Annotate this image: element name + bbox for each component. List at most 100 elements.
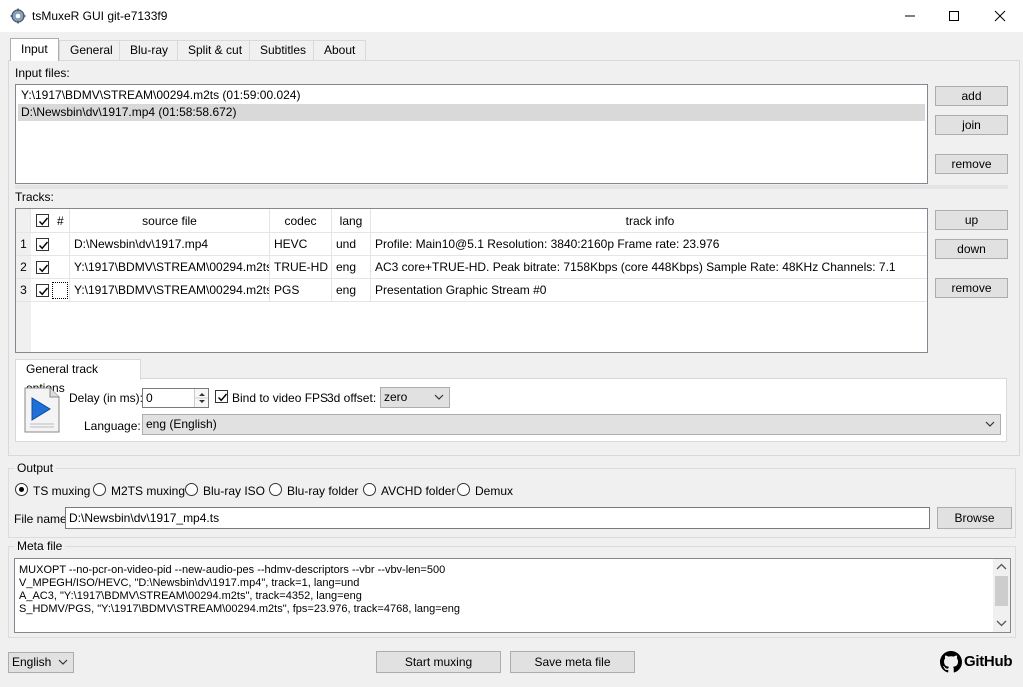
m2ts-muxing-label[interactable]: M2TS muxing bbox=[111, 484, 185, 498]
track-info-cell[interactable]: AC3 core+TRUE-HD. Peak bitrate: 7158Kbps… bbox=[371, 256, 927, 279]
remove-track-button[interactable]: remove bbox=[935, 278, 1008, 298]
radio-avchd-folder[interactable] bbox=[363, 483, 376, 496]
radio-m2ts-muxing[interactable] bbox=[93, 483, 106, 496]
track-checkbox[interactable] bbox=[36, 238, 49, 251]
radio-ts-muxing[interactable] bbox=[15, 483, 28, 496]
row-number: 2 bbox=[16, 256, 31, 279]
delay-value: 0 bbox=[146, 391, 153, 405]
ui-language-select[interactable]: English bbox=[8, 652, 74, 673]
select-all-checkbox[interactable] bbox=[36, 214, 49, 227]
blu-ray-iso-label[interactable]: Blu-ray ISO bbox=[203, 484, 265, 498]
maximize-button[interactable] bbox=[931, 0, 977, 32]
track-check-cell[interactable] bbox=[31, 256, 70, 279]
title-bar: tsMuxeR GUI git-e7133f9 bbox=[0, 0, 1023, 32]
track-info-cell[interactable]: Presentation Graphic Stream #0 bbox=[371, 279, 927, 302]
output-label: Output bbox=[14, 461, 57, 475]
radio-blu-ray-iso[interactable] bbox=[185, 483, 198, 496]
delay-stepper[interactable] bbox=[194, 389, 208, 407]
offset-select[interactable]: zero bbox=[380, 387, 450, 408]
meta-text-area[interactable]: MUXOPT --no-pcr-on-video-pid --new-audio… bbox=[14, 558, 1011, 633]
row-number: 3 bbox=[16, 279, 31, 302]
track-codec-cell[interactable]: TRUE-HD bbox=[270, 256, 332, 279]
tab-blu-ray[interactable]: Blu-ray bbox=[119, 40, 180, 60]
track-lang-cell[interactable]: eng bbox=[332, 279, 371, 302]
track-source-cell[interactable]: D:\Newsbin\dv\1917.mp4 bbox=[70, 233, 270, 256]
language-label: Language: bbox=[84, 419, 141, 433]
meta-line: MUXOPT --no-pcr-on-video-pid --new-audio… bbox=[19, 564, 446, 576]
tab-input[interactable]: Input bbox=[10, 38, 59, 61]
tab-general[interactable]: General bbox=[59, 40, 124, 60]
tracks-table[interactable]: # source file codec lang track info 1 D:… bbox=[15, 208, 928, 353]
track-check-cell[interactable] bbox=[31, 279, 70, 302]
ts-muxing-label[interactable]: TS muxing bbox=[33, 484, 90, 498]
tab-about[interactable]: About bbox=[313, 40, 367, 60]
add-button[interactable]: add bbox=[935, 86, 1008, 106]
github-link[interactable]: GitHub bbox=[940, 651, 1020, 673]
delay-label: Delay (in ms): bbox=[69, 391, 144, 405]
language-value: eng (English) bbox=[146, 417, 217, 431]
video-file-icon bbox=[22, 386, 62, 434]
track-down-button[interactable]: down bbox=[935, 239, 1008, 259]
tab-split-cut[interactable]: Split & cut bbox=[177, 40, 254, 60]
track-source-cell[interactable]: Y:\1917\BDMV\STREAM\00294.m2ts bbox=[70, 279, 270, 302]
column-header-lang[interactable]: lang bbox=[332, 209, 371, 233]
row-header-filler bbox=[16, 302, 31, 352]
join-button[interactable]: join bbox=[935, 115, 1008, 135]
delay-spinbox[interactable]: 0 bbox=[142, 388, 209, 408]
track-checkbox[interactable] bbox=[36, 261, 49, 274]
save-meta-button[interactable]: Save meta file bbox=[510, 651, 635, 673]
github-label: GitHub bbox=[964, 653, 1013, 670]
focus-rect bbox=[52, 282, 68, 299]
chevron-down-icon bbox=[985, 415, 995, 438]
track-codec-cell[interactable]: PGS bbox=[270, 279, 332, 302]
browse-button[interactable]: Browse bbox=[937, 507, 1012, 529]
track-up-button[interactable]: up bbox=[935, 210, 1008, 230]
input-files-label: Input files: bbox=[15, 66, 70, 80]
input-files-list[interactable]: Y:\1917\BDMV\STREAM\00294.m2ts (01:59:00… bbox=[15, 84, 928, 184]
row-number: 1 bbox=[16, 233, 31, 256]
window-title: tsMuxeR GUI git-e7133f9 bbox=[32, 9, 168, 23]
radio-blu-ray-folder[interactable] bbox=[269, 483, 282, 496]
offset-value: zero bbox=[384, 390, 408, 404]
demux-label[interactable]: Demux bbox=[475, 484, 513, 498]
close-button[interactable] bbox=[977, 0, 1023, 32]
num-header-label: # bbox=[57, 214, 64, 228]
track-info-cell[interactable]: Profile: Main10@5.1 Resolution: 3840:216… bbox=[371, 233, 927, 256]
meta-line: S_HDMV/PGS, "Y:\1917\BDMV\STREAM\00294.m… bbox=[19, 603, 461, 615]
avchd-folder-label[interactable]: AVCHD folder bbox=[381, 484, 455, 498]
list-item[interactable]: Y:\1917\BDMV\STREAM\00294.m2ts (01:59:00… bbox=[18, 87, 925, 104]
column-header-source[interactable]: source file bbox=[70, 209, 270, 233]
column-header-codec[interactable]: codec bbox=[270, 209, 332, 233]
remove-file-button[interactable]: remove bbox=[935, 154, 1008, 174]
offset-label: 3d offset: bbox=[327, 391, 377, 405]
chevron-down-icon bbox=[434, 388, 444, 411]
meta-label: Meta file bbox=[14, 539, 66, 553]
radio-demux[interactable] bbox=[457, 483, 470, 496]
meta-scrollbar[interactable] bbox=[993, 559, 1010, 632]
language-select[interactable]: eng (English) bbox=[142, 414, 1001, 435]
app-gear-icon bbox=[10, 8, 26, 24]
track-checkbox[interactable] bbox=[36, 284, 49, 297]
column-header-info[interactable]: track info bbox=[371, 209, 927, 233]
column-header-num[interactable]: # bbox=[31, 209, 70, 233]
track-lang-cell[interactable]: und bbox=[332, 233, 371, 256]
file-name-label: File name bbox=[14, 512, 67, 526]
track-source-cell[interactable]: Y:\1917\BDMV\STREAM\00294.m2ts bbox=[70, 256, 270, 279]
track-codec-cell[interactable]: HEVC bbox=[270, 233, 332, 256]
list-item[interactable]: D:\Newsbin\dv\1917.mp4 (01:58:58.672) bbox=[18, 104, 925, 121]
meta-line: V_MPEGH/ISO/HEVC, "D:\Newsbin\dv\1917.mp… bbox=[19, 577, 360, 589]
splitter[interactable] bbox=[15, 185, 1008, 189]
ui-language-value: English bbox=[12, 655, 52, 669]
track-lang-cell[interactable]: eng bbox=[332, 256, 371, 279]
meta-line: A_AC3, "Y:\1917\BDMV\STREAM\00294.m2ts",… bbox=[19, 590, 362, 602]
blu-ray-folder-label[interactable]: Blu-ray folder bbox=[287, 484, 358, 498]
tracks-label: Tracks: bbox=[15, 190, 54, 204]
start-muxing-button[interactable]: Start muxing bbox=[376, 651, 501, 673]
minimize-button[interactable] bbox=[887, 0, 933, 32]
tab-general-track-options[interactable]: General track options bbox=[15, 359, 141, 395]
bind-fps-checkbox[interactable] bbox=[215, 390, 228, 403]
tab-subtitles[interactable]: Subtitles bbox=[249, 40, 318, 60]
track-check-cell[interactable] bbox=[31, 233, 70, 256]
bind-fps-label[interactable]: Bind to video FPS bbox=[232, 391, 328, 405]
file-name-input[interactable]: D:\Newsbin\dv\1917_mp4.ts bbox=[65, 507, 930, 529]
